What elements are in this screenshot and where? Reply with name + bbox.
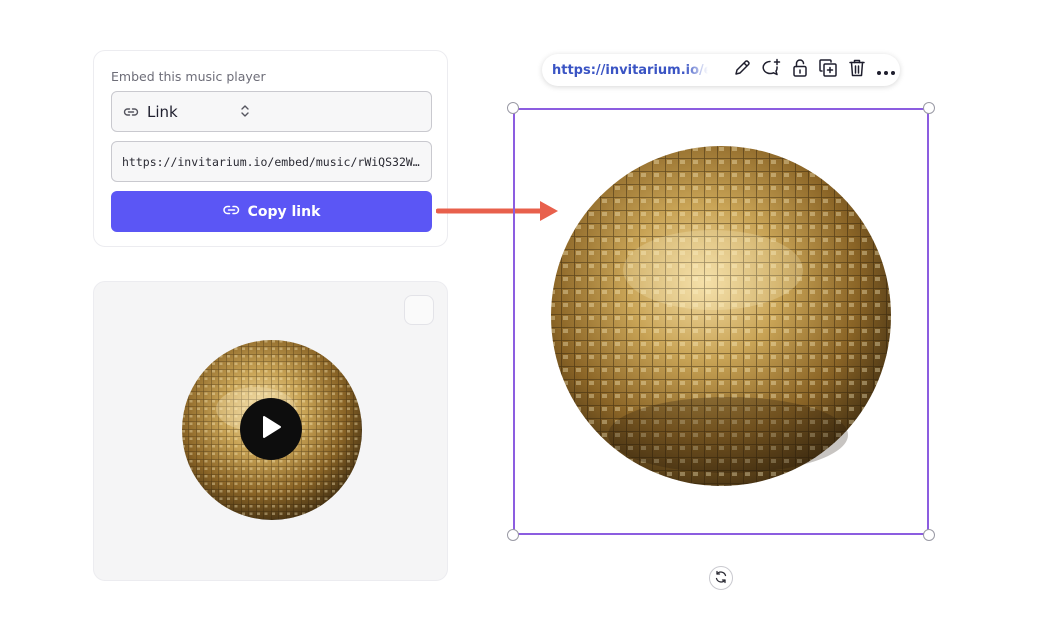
rotate-icon xyxy=(714,569,728,588)
add-comment-button[interactable] xyxy=(756,56,785,84)
embed-url-field[interactable] xyxy=(111,141,432,182)
resize-handle-top-right[interactable] xyxy=(923,102,935,114)
rotate-handle[interactable] xyxy=(709,566,733,590)
duplicate-button[interactable] xyxy=(814,56,843,84)
trash-icon xyxy=(848,58,866,82)
more-options-button[interactable] xyxy=(871,56,900,84)
chevron-up-down-icon xyxy=(239,103,251,123)
music-player-preview xyxy=(93,281,448,581)
pencil-icon xyxy=(732,58,752,82)
resize-handle-bottom-left[interactable] xyxy=(507,529,519,541)
comment-add-icon xyxy=(760,58,782,82)
selection-frame xyxy=(513,108,929,535)
unlock-icon xyxy=(791,58,809,82)
element-toolbar: https://invitarium.io/embed/music xyxy=(542,54,900,86)
play-button[interactable] xyxy=(240,398,302,460)
copy-link-label: Copy link xyxy=(247,203,321,220)
embed-type-select[interactable]: Link xyxy=(111,91,432,132)
copy-link-button[interactable]: Copy link xyxy=(111,191,432,232)
link-icon xyxy=(123,104,139,124)
lock-button[interactable] xyxy=(785,56,814,84)
more-icon xyxy=(876,61,896,80)
embed-url-input[interactable] xyxy=(112,142,431,181)
duplicate-icon xyxy=(818,58,838,82)
toolbar-link-url[interactable]: https://invitarium.io/embed/music xyxy=(552,63,708,78)
delete-button[interactable] xyxy=(843,56,872,84)
resize-handle-top-left[interactable] xyxy=(507,102,519,114)
link-icon xyxy=(222,202,240,222)
embed-type-selected-value: Link xyxy=(147,103,178,121)
resize-handle-bottom-right[interactable] xyxy=(923,529,935,541)
preview-checkbox[interactable] xyxy=(404,295,434,325)
edit-button[interactable] xyxy=(728,56,757,84)
embed-panel: Embed this music player Link Copy link xyxy=(93,50,448,247)
play-icon xyxy=(259,414,283,444)
embed-panel-title: Embed this music player xyxy=(111,69,266,84)
